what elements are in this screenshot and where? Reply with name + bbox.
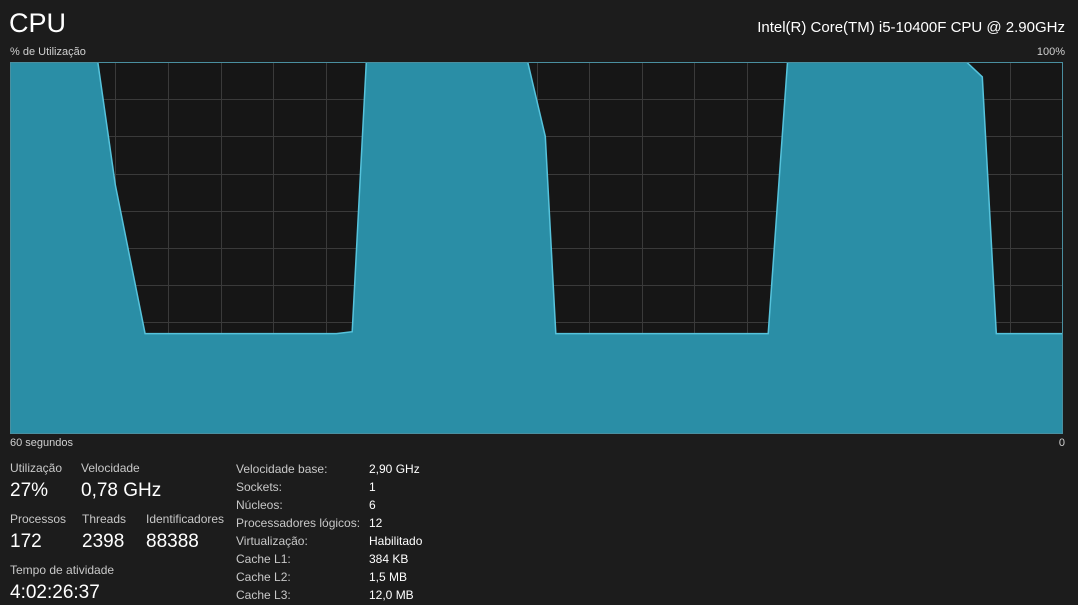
y-axis-label: % de Utilização: [10, 46, 86, 58]
stat-uptime-value: 4:02:26:37: [10, 582, 100, 603]
x-axis-label: 60 segundos: [10, 437, 73, 449]
detail-row: Processadores lógicos: 12: [236, 514, 422, 532]
stat-processes-label: Processos: [10, 512, 67, 526]
detail-row: Cache L2: 1,5 MB: [236, 568, 422, 586]
stat-utilization-value: 27%: [10, 480, 49, 501]
stat-uptime-label: Tempo de atividade: [10, 563, 115, 577]
detail-value: 1,5 MB: [369, 570, 408, 584]
detail-key: Cache L1:: [236, 552, 291, 566]
stat-utilization: Utilização 27%: [10, 461, 62, 503]
detail-row: Velocidade base: 2,90 GHz: [236, 460, 422, 478]
detail-key: Virtualização:: [236, 534, 308, 548]
detail-key: Velocidade base:: [236, 462, 328, 476]
stat-threads-value: 2398: [82, 531, 125, 552]
detail-value: 6: [369, 498, 376, 512]
detail-key: Processadores lógicos:: [236, 516, 361, 530]
stat-utilization-label: Utilização: [10, 461, 63, 475]
detail-key: Núcleos:: [236, 498, 283, 512]
detail-key: Sockets:: [236, 480, 283, 494]
stat-speed: Velocidade 0,78 GHz: [81, 461, 161, 503]
stat-handles-value: 88388: [146, 531, 199, 552]
stat-processes: Processos 172: [10, 512, 66, 554]
detail-row: Sockets: 1: [236, 478, 422, 496]
stat-threads: Threads 2398: [82, 512, 126, 554]
cpu-utilization-graph: [10, 62, 1063, 434]
detail-value: 2,90 GHz: [369, 462, 420, 476]
x-axis-min-label: 0: [1058, 437, 1065, 449]
cpu-graph-svg: [10, 62, 1063, 434]
stat-processes-value: 172: [10, 531, 42, 552]
stat-uptime: Tempo de atividade 4:02:26:37: [10, 563, 114, 605]
stat-speed-label: Velocidade: [81, 461, 140, 475]
cpu-details-table: Velocidade base: 2,90 GHz Sockets: 1 Núcle…: [236, 460, 422, 604]
stat-speed-value: 0,78 GHz: [81, 480, 162, 501]
detail-row: Cache L3: 12,0 MB: [236, 586, 422, 604]
stat-threads-label: Threads: [82, 512, 127, 526]
detail-row: Núcleos: 6: [236, 496, 422, 514]
detail-row: Virtualização: Habilitado: [236, 532, 422, 550]
stat-handles-label: Identificadores: [146, 512, 225, 526]
detail-value: Habilitado: [369, 534, 423, 548]
detail-key: Cache L2:: [236, 570, 291, 584]
cpu-model-name: Intel(R) Core(TM) i5-10400F CPU @ 2.90GH…: [757, 19, 1065, 36]
y-axis-max-label: 100%: [1036, 46, 1065, 58]
detail-value: 12: [369, 516, 383, 530]
detail-value: 12,0 MB: [369, 588, 414, 602]
page-title: CPU: [9, 8, 67, 38]
detail-row: Cache L1: 384 KB: [236, 550, 422, 568]
detail-key: Cache L3:: [236, 588, 291, 602]
detail-value: 384 KB: [369, 552, 409, 566]
detail-value: 1: [369, 480, 376, 494]
stat-handles: Identificadores 88388: [146, 512, 224, 554]
